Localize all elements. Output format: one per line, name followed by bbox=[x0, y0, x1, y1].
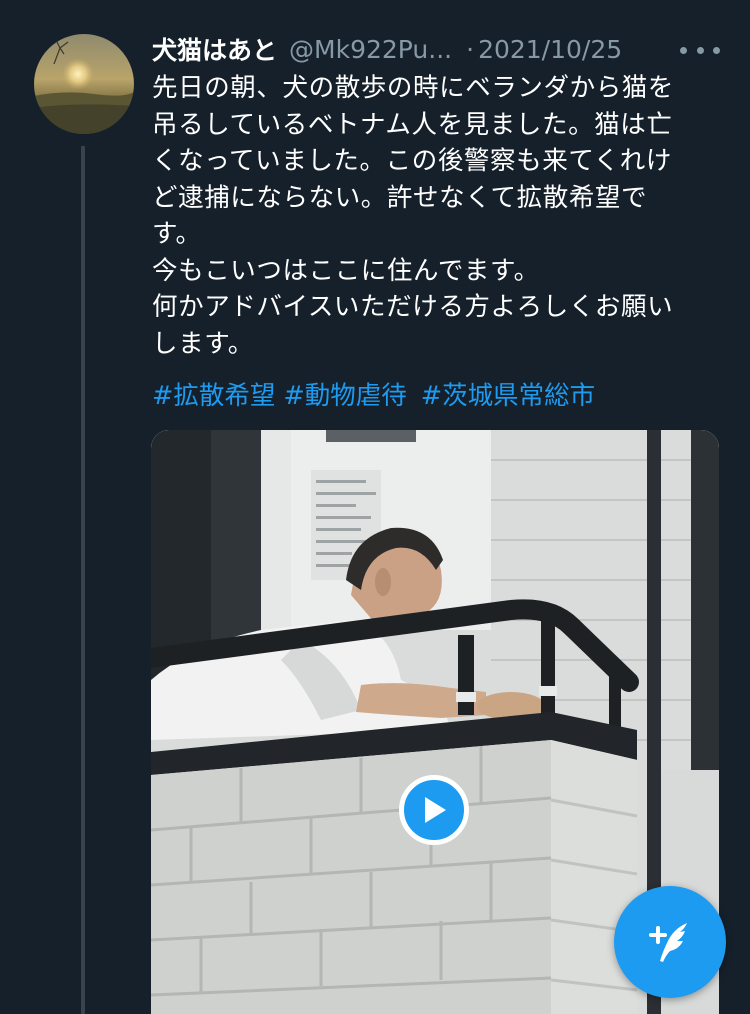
play-button[interactable] bbox=[399, 775, 469, 845]
avatar-image bbox=[34, 34, 134, 134]
user-handle[interactable]: @Mk922Pu... bbox=[289, 35, 452, 64]
avatar[interactable] bbox=[34, 34, 134, 134]
tweet-date[interactable]: 2021/10/25 bbox=[478, 35, 622, 64]
tweet-text-line: くなっていました。この後警察も来てくれけ bbox=[152, 146, 672, 176]
hashtag-link[interactable]: #茨城県常総市 bbox=[421, 381, 595, 411]
tweet-header: 犬猫はあと @Mk922Pu... · 2021/10/25 bbox=[152, 32, 732, 66]
hashtag-list: #拡散希望 #動物虐待 #茨城県常総市 bbox=[152, 378, 603, 414]
tweet-text: 先日の朝、犬の散歩の時にベランダから猫を 吊るしているベトナム人を見ました。猫は… bbox=[152, 70, 722, 362]
compose-tweet-button[interactable] bbox=[614, 886, 726, 998]
more-dots-icon[interactable] bbox=[680, 44, 720, 56]
separator-dot: · bbox=[466, 34, 475, 64]
tweet-text-line: 何かアドバイスいただける方よろしくお願い bbox=[152, 292, 674, 322]
hashtag-link[interactable]: #動物虐待 bbox=[283, 381, 406, 411]
tweet-text-line: 今もこいつはここに住んでます。 bbox=[152, 255, 540, 286]
play-icon bbox=[425, 797, 446, 823]
compose-tweet-icon bbox=[649, 923, 687, 962]
hashtag-link[interactable]: #拡散希望 bbox=[152, 381, 275, 411]
tweet-text-line: 先日の朝、犬の散歩の時にベランダから猫を bbox=[152, 73, 675, 103]
display-name[interactable]: 犬猫はあと bbox=[152, 31, 277, 67]
tweet-text-line: します。 bbox=[152, 328, 254, 359]
thread-line bbox=[81, 146, 85, 1014]
tweet-text-line: ど逮捕にならない。許せなくて拡散希望で bbox=[152, 182, 648, 213]
tweet-detail-screen: 犬猫はあと @Mk922Pu... · 2021/10/25 先日の朝、犬の散歩… bbox=[0, 0, 750, 1014]
tweet-text-line: す。 bbox=[152, 219, 202, 249]
tweet-text-line: 吊るしているベトナム人を見ました。猫は亡 bbox=[152, 109, 673, 140]
